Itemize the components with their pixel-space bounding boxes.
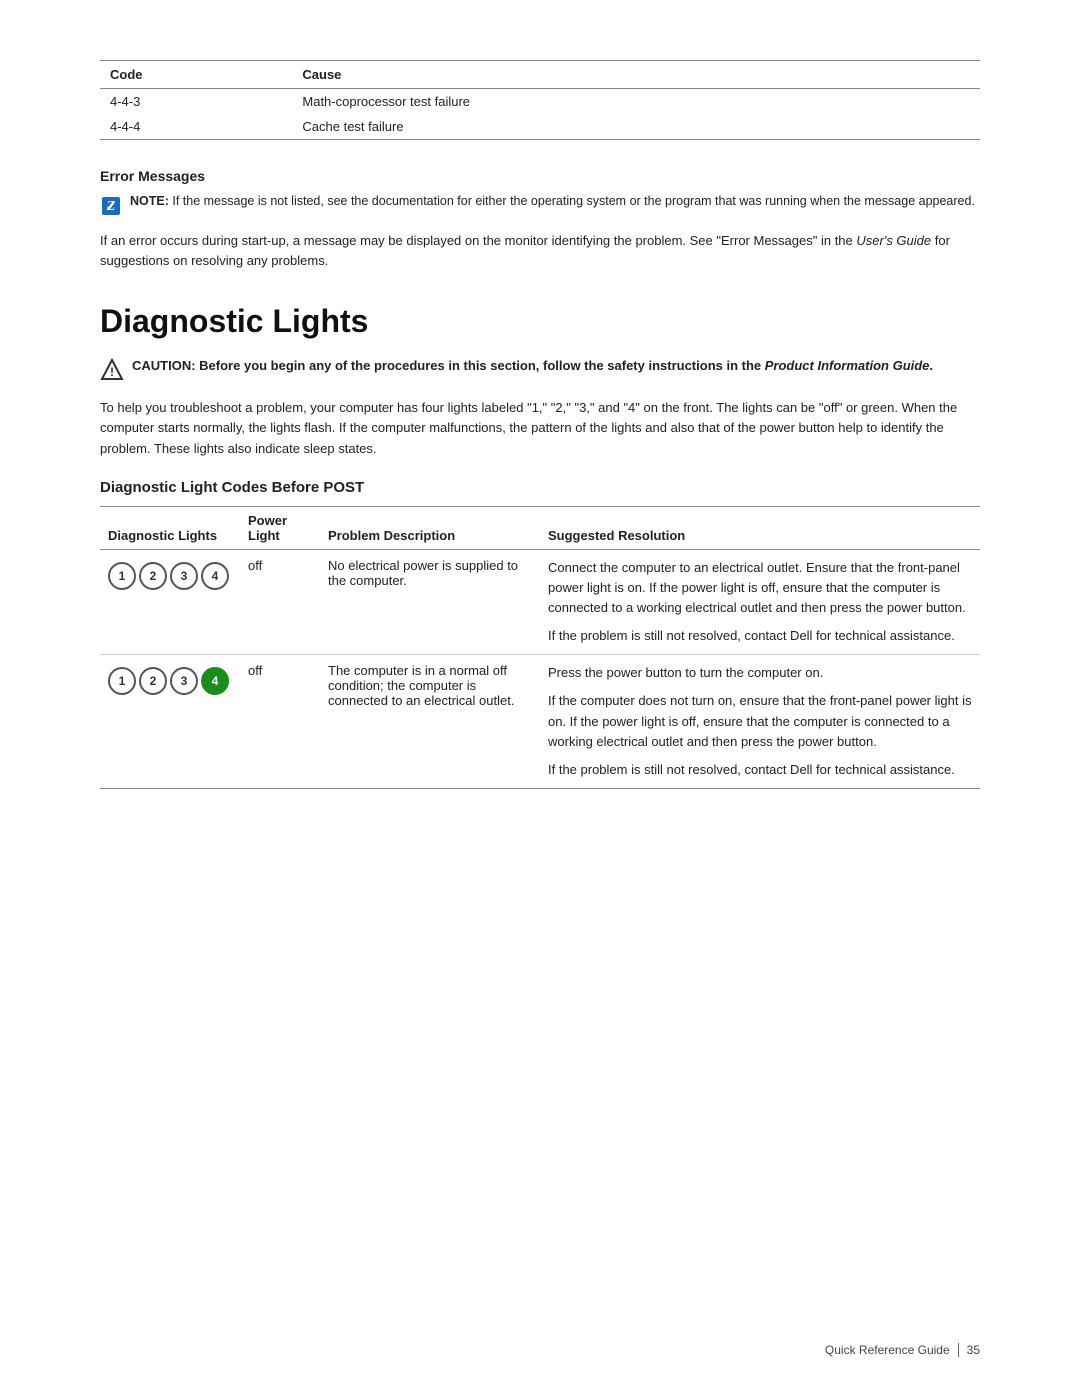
light-circles-row2: 1 2 3 4 — [108, 667, 232, 695]
diagnostic-lights-section: Diagnostic Lights ! CAUTION: Before you … — [100, 303, 980, 789]
cause-cell: Math-coprocessor test failure — [292, 89, 980, 115]
resolution-cell: Connect the computer to an electrical ou… — [540, 549, 980, 655]
footer: Quick Reference Guide 35 — [825, 1343, 980, 1357]
th-diag-lights: Diagnostic Lights — [100, 506, 240, 549]
res-para-2: If the problem is still not resolved, co… — [548, 626, 972, 646]
th-problem: Problem Description — [320, 506, 540, 549]
table-row: 4-4-4 Cache test failure — [100, 114, 980, 140]
top-code-table: Code Cause 4-4-3 Math-coprocessor test f… — [100, 60, 980, 140]
caution-label: CAUTION: — [132, 358, 196, 373]
error-messages-section: Error Messages ✓ Z NOTE: If the message … — [100, 168, 980, 271]
col-header-cause: Cause — [292, 61, 980, 89]
circle-1: 1 — [108, 667, 136, 695]
footer-separator — [958, 1343, 959, 1357]
circle-3: 3 — [170, 562, 198, 590]
code-cell: 4-4-3 — [100, 89, 292, 115]
circle-4-green: 4 — [201, 667, 229, 695]
note-text: NOTE: If the message is not listed, see … — [130, 194, 975, 208]
circle-2: 2 — [139, 667, 167, 695]
res-para-2: If the computer does not turn on, ensure… — [548, 691, 972, 751]
diag-lights-cell: 1 2 3 4 — [100, 549, 240, 655]
power-cell: off — [240, 549, 320, 655]
circle-1: 1 — [108, 562, 136, 590]
col-header-code: Code — [100, 61, 292, 89]
caution-text: CAUTION: Before you begin any of the pro… — [132, 356, 933, 376]
diagnostic-table: Diagnostic Lights Power Light Problem De… — [100, 506, 980, 789]
problem-cell: The computer is in a normal off conditio… — [320, 655, 540, 789]
footer-page-number: 35 — [967, 1343, 980, 1357]
cause-cell: Cache test failure — [292, 114, 980, 140]
caution-italic: Product Information Guide — [765, 358, 930, 373]
circle-3: 3 — [170, 667, 198, 695]
th-power: Power Light — [240, 506, 320, 549]
table-row: 4-4-3 Math-coprocessor test failure — [100, 89, 980, 115]
caution-body: Before you begin any of the procedures i… — [199, 358, 765, 373]
caution-icon: ! — [100, 358, 124, 382]
problem-cell: No electrical power is supplied to the c… — [320, 549, 540, 655]
error-messages-heading: Error Messages — [100, 168, 980, 184]
res-para-3: If the problem is still not resolved, co… — [548, 760, 972, 780]
svg-text:!: ! — [110, 365, 114, 379]
table-row: 1 2 3 4 off The computer is in a normal … — [100, 655, 980, 789]
res-para-1: Connect the computer to an electrical ou… — [548, 558, 972, 618]
footer-guide-label: Quick Reference Guide — [825, 1343, 950, 1357]
diag-lights-cell: 1 2 3 4 — [100, 655, 240, 789]
circle-4: 4 — [201, 562, 229, 590]
note-body: If the message is not listed, see the do… — [172, 194, 975, 208]
table-row: 1 2 3 4 off No electrical power is suppl… — [100, 549, 980, 655]
resolution-cell: Press the power button to turn the compu… — [540, 655, 980, 789]
note-label: NOTE: — [130, 194, 169, 208]
sub-heading: Diagnostic Light Codes Before POST — [100, 479, 980, 496]
circle-2: 2 — [139, 562, 167, 590]
note-icon: ✓ Z — [100, 195, 122, 217]
caution-box: ! CAUTION: Before you begin any of the p… — [100, 356, 980, 382]
svg-text:Z: Z — [106, 199, 116, 214]
res-para-1: Press the power button to turn the compu… — [548, 663, 972, 683]
note-box: ✓ Z NOTE: If the message is not listed, … — [100, 194, 980, 217]
diag-body-para: To help you troubleshoot a problem, your… — [100, 398, 980, 458]
code-cell: 4-4-4 — [100, 114, 292, 140]
error-body-para: If an error occurs during start-up, a me… — [100, 231, 980, 271]
light-circles-row1: 1 2 3 4 — [108, 562, 232, 590]
section-heading: Diagnostic Lights — [100, 303, 980, 340]
th-resolution: Suggested Resolution — [540, 506, 980, 549]
power-cell: off — [240, 655, 320, 789]
